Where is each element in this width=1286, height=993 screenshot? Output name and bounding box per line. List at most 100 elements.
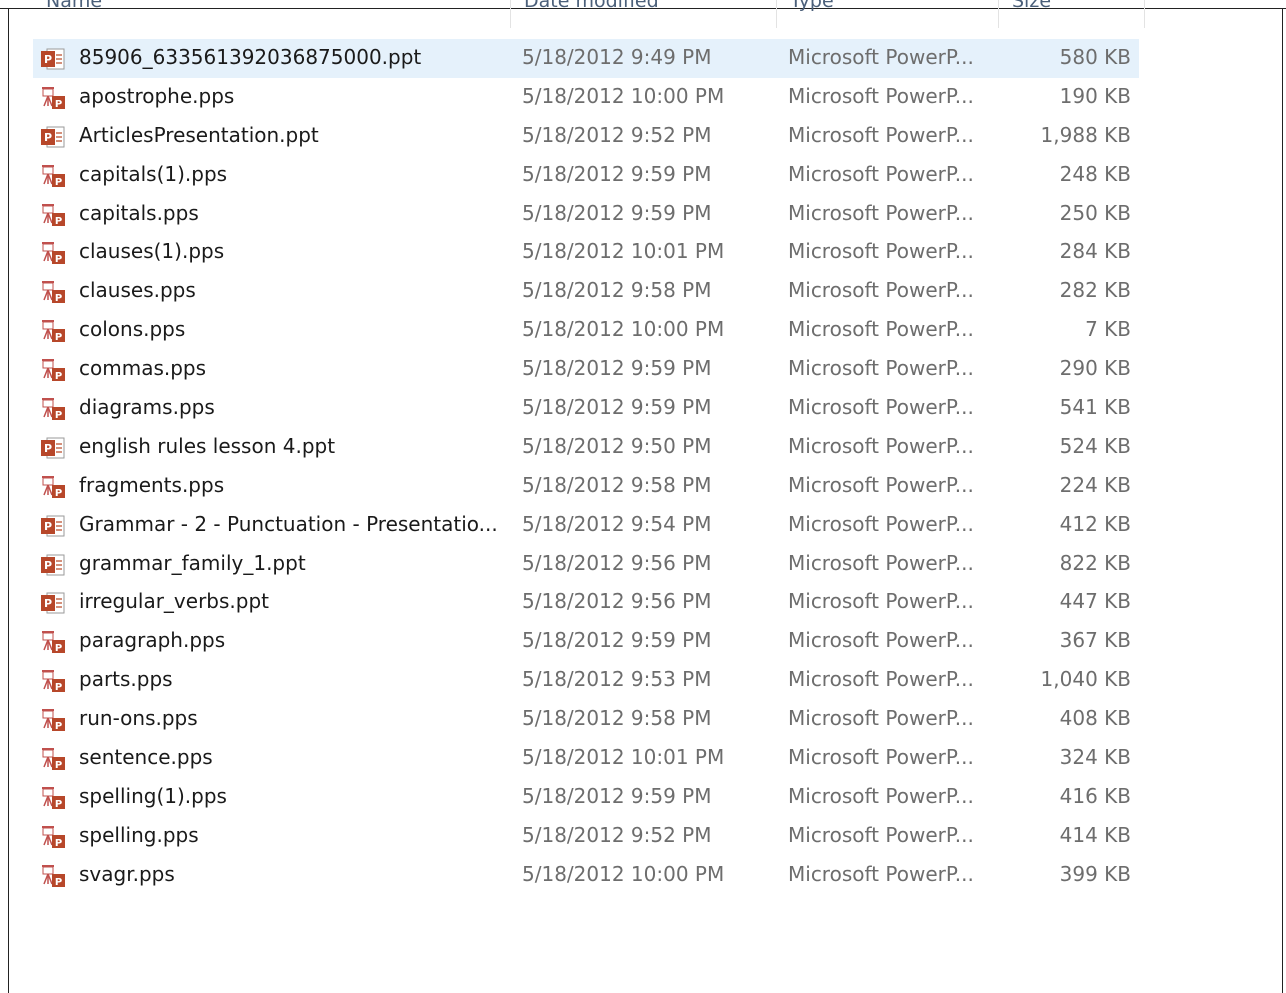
- file-size: 324 KB: [1059, 745, 1131, 770]
- file-type: Microsoft PowerP...: [788, 433, 974, 458]
- svg-text:P: P: [44, 520, 52, 533]
- column-divider[interactable]: [1144, 0, 1145, 28]
- column-header-size[interactable]: Size: [1012, 0, 1051, 20]
- column-divider[interactable]: [510, 0, 511, 28]
- file-row[interactable]: Pcolons.pps 5/18/2012 10:00 PM Microsoft P…: [33, 311, 1139, 350]
- file-row[interactable]: Pfragments.pps 5/18/2012 9:58 PM Microsoft…: [33, 467, 1139, 506]
- pps-file-icon-graphic: P: [42, 709, 65, 732]
- ppt-file-icon: P: [39, 124, 67, 150]
- file-row[interactable]: Pspelling.pps 5/18/2012 9:52 PM Microsoft …: [33, 817, 1139, 856]
- file-name: 85906_633561392036875000.ppt: [79, 45, 422, 69]
- file-row[interactable]: Pclauses(1).pps 5/18/2012 10:01 PM Microso…: [33, 233, 1139, 272]
- file-type: Microsoft PowerP...: [788, 589, 974, 614]
- ppt-file-icon: P: [39, 435, 67, 461]
- file-size: 1,988 KB: [1040, 122, 1131, 147]
- file-date-modified: 5/18/2012 9:54 PM: [522, 511, 712, 536]
- pps-file-icon-graphic: P: [42, 825, 65, 849]
- svg-text:P: P: [44, 597, 52, 610]
- file-name: spelling(1).pps: [79, 783, 227, 808]
- file-row[interactable]: Psentence.pps 5/18/2012 10:01 PM Microsoft…: [33, 739, 1139, 778]
- file-size: 282 KB: [1059, 278, 1131, 303]
- file-row[interactable]: Psvagr.pps 5/18/2012 10:00 PM Microsoft Po…: [33, 856, 1139, 895]
- pps-file-icon: P: [39, 629, 67, 655]
- pps-file-icon: P: [39, 240, 67, 266]
- ppt-file-icon-graphic: P: [41, 437, 65, 459]
- file-row[interactable]: Prun-ons.pps 5/18/2012 9:58 PM Microsoft P…: [33, 700, 1139, 739]
- file-row[interactable]: Pspelling(1).pps 5/18/2012 9:59 PM Microso…: [33, 778, 1139, 817]
- pps-file-icon: P: [39, 668, 67, 694]
- file-row[interactable]: Pcapitals.pps 5/18/2012 9:59 PM Microsoft …: [33, 195, 1139, 234]
- pps-file-icon: P: [39, 318, 67, 344]
- file-size: 367 KB: [1059, 628, 1131, 653]
- pps-file-icon-graphic: P: [42, 242, 65, 265]
- file-type: Microsoft PowerP...: [788, 511, 974, 536]
- svg-text:P: P: [55, 371, 62, 382]
- svg-text:P: P: [55, 721, 62, 732]
- file-row[interactable]: Pgrammar_family_1.ppt 5/18/2012 9:56 PM Mi…: [33, 545, 1139, 584]
- file-type: Microsoft PowerP...: [788, 628, 974, 653]
- ppt-file-icon-graphic: P: [41, 554, 65, 576]
- file-name: irregular_verbs.ppt: [79, 589, 269, 614]
- file-date-modified: 5/18/2012 9:52 PM: [522, 122, 712, 147]
- file-date-modified: 5/18/2012 9:49 PM: [522, 45, 712, 69]
- file-type: Microsoft PowerP...: [788, 45, 974, 69]
- file-row[interactable]: P ArticlesPresentation.ppt 5/18/2012 9:52 …: [33, 117, 1139, 156]
- file-type: Microsoft PowerP...: [788, 745, 974, 770]
- pps-file-icon: P: [39, 785, 67, 811]
- svg-text:P: P: [55, 760, 62, 771]
- file-date-modified: 5/18/2012 10:01 PM: [522, 745, 725, 770]
- file-row[interactable]: Pirregular_verbs.ppt 5/18/2012 9:56 PM Mic…: [33, 583, 1139, 622]
- file-type: Microsoft PowerP...: [788, 317, 974, 342]
- file-size: 447 KB: [1059, 589, 1131, 614]
- file-type: Microsoft PowerP...: [788, 356, 974, 381]
- file-row[interactable]: P Grammar - 2 - Punctuation - Presentatio…: [33, 506, 1139, 545]
- column-header-type[interactable]: Type: [790, 0, 834, 20]
- file-name: capitals(1).pps: [79, 161, 228, 186]
- file-name: clauses(1).pps: [79, 239, 225, 264]
- file-name: paragraph.pps: [79, 628, 226, 653]
- file-row[interactable]: P 85906_633561392036875000.ppt 5/18/2012 9…: [33, 39, 1139, 78]
- pps-file-icon-graphic: P: [42, 748, 65, 771]
- file-size: 250 KB: [1059, 200, 1131, 225]
- column-divider[interactable]: [998, 0, 999, 28]
- file-list: P 85906_633561392036875000.ppt 5/18/2012 9…: [33, 39, 1139, 895]
- file-name: run-ons.pps: [79, 706, 198, 731]
- file-size: 408 KB: [1059, 706, 1131, 731]
- file-type: Microsoft PowerP...: [788, 706, 974, 731]
- svg-text:P: P: [44, 53, 52, 66]
- pps-file-icon-graphic: P: [42, 475, 65, 499]
- file-size: 414 KB: [1059, 822, 1131, 847]
- svg-text:P: P: [55, 99, 62, 110]
- pps-file-icon: P: [39, 474, 67, 500]
- file-row[interactable]: Papostrophe.pps 5/18/2012 10:00 PM Microso…: [33, 78, 1139, 117]
- svg-text:P: P: [55, 682, 62, 693]
- column-divider[interactable]: [776, 0, 777, 28]
- file-type: Microsoft PowerP...: [788, 667, 974, 692]
- svg-text:P: P: [55, 177, 62, 188]
- column-header-name[interactable]: Name: [46, 0, 102, 20]
- file-row[interactable]: Pparts.pps 5/18/2012 9:53 PM Microsoft Pow…: [33, 661, 1139, 700]
- file-name: grammar_family_1.ppt: [79, 550, 306, 575]
- file-size: 416 KB: [1059, 783, 1131, 808]
- ppt-file-icon-graphic: P: [41, 515, 65, 537]
- file-row[interactable]: Pparagraph.pps 5/18/2012 9:59 PM Microsoft…: [33, 622, 1139, 661]
- svg-text:P: P: [55, 332, 62, 343]
- file-size: 190 KB: [1059, 83, 1131, 108]
- file-row[interactable]: Pclauses.pps 5/18/2012 9:58 PM Microsoft P…: [33, 272, 1139, 311]
- file-row[interactable]: Pdiagrams.pps 5/18/2012 9:59 PM Microsoft …: [33, 389, 1139, 428]
- pps-file-icon-graphic: P: [42, 670, 65, 693]
- pps-file-icon-graphic: P: [42, 164, 65, 188]
- pps-file-icon: P: [39, 163, 67, 189]
- file-date-modified: 5/18/2012 9:58 PM: [522, 472, 712, 497]
- file-name: svagr.pps: [79, 861, 175, 886]
- pps-file-icon-graphic: P: [42, 320, 65, 343]
- file-row[interactable]: Pcapitals(1).pps 5/18/2012 9:59 PM Microso…: [33, 156, 1139, 195]
- file-size: 822 KB: [1059, 550, 1131, 575]
- file-row[interactable]: Penglish rules lesson 4.ppt 5/18/2012 9:5…: [33, 428, 1139, 467]
- file-type: Microsoft PowerP...: [788, 472, 974, 497]
- svg-text:P: P: [55, 254, 62, 265]
- file-row[interactable]: Pcommas.pps 5/18/2012 9:59 PM Microsoft Po…: [33, 350, 1139, 389]
- file-size: 399 KB: [1059, 861, 1131, 886]
- file-size: 1,040 KB: [1040, 667, 1131, 692]
- column-header-date[interactable]: Date modified: [524, 0, 659, 20]
